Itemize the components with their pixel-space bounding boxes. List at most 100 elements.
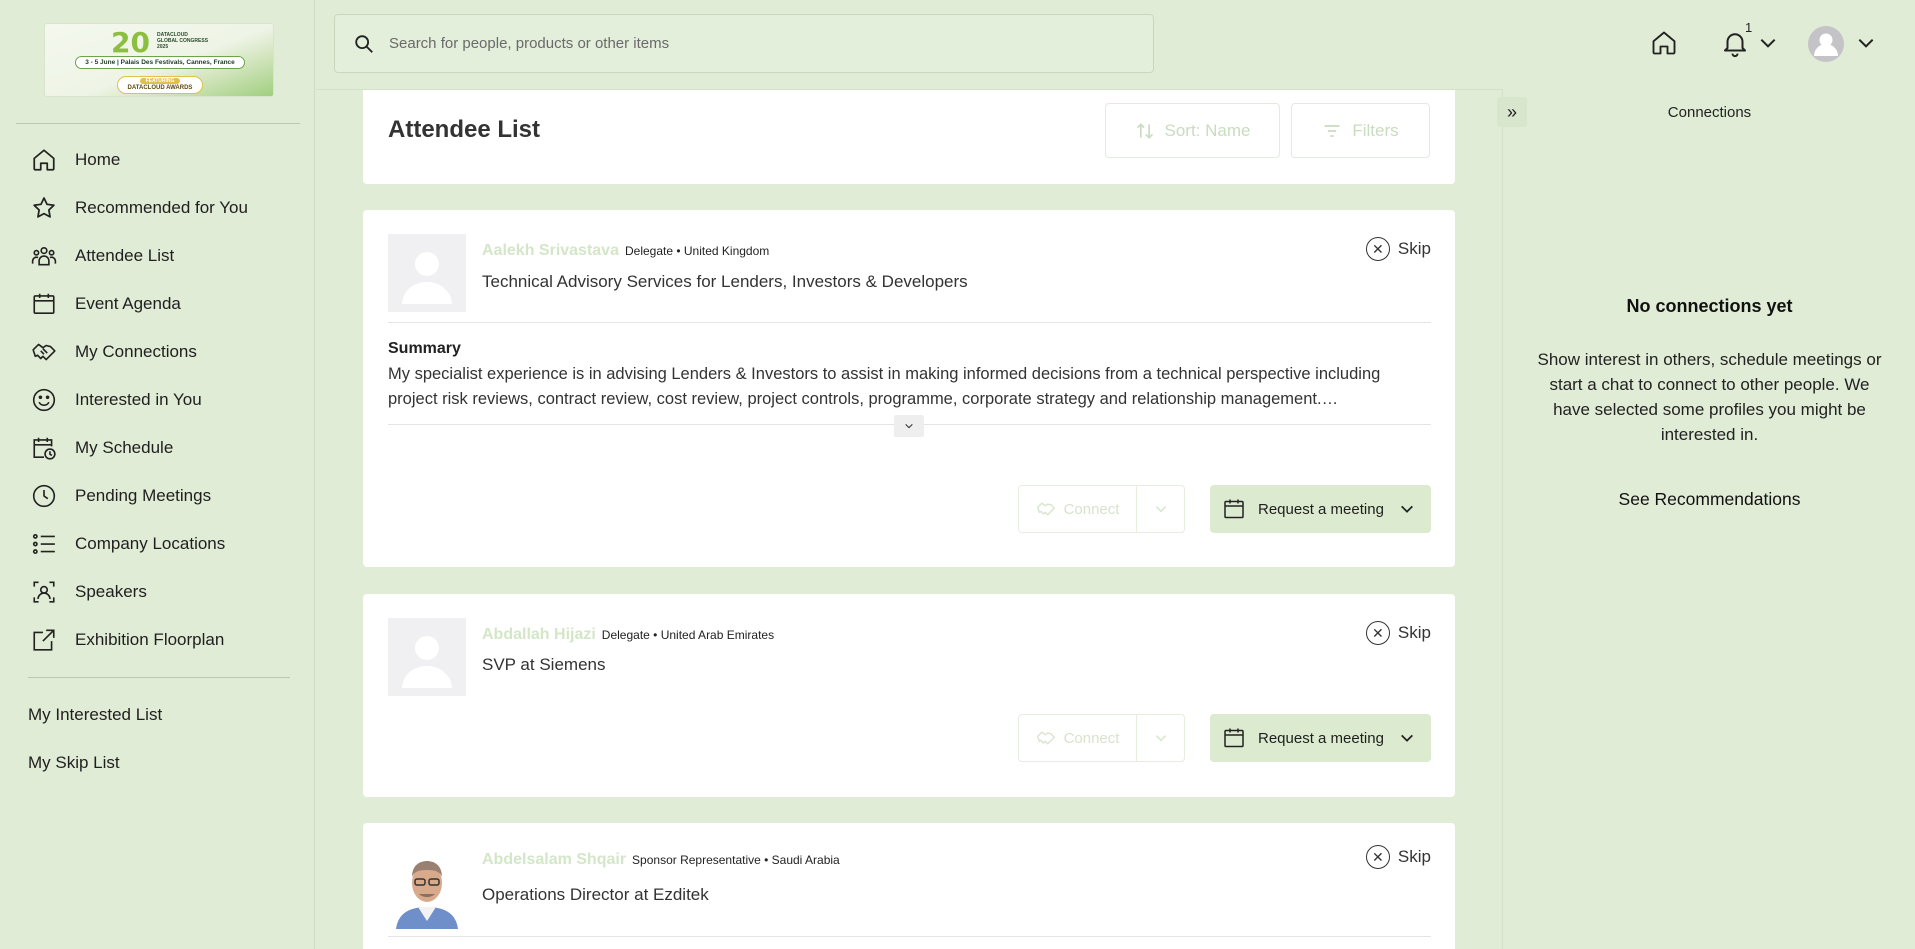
connect-dropdown[interactable] xyxy=(1137,715,1184,761)
attendee-avatar xyxy=(388,234,466,312)
handshake-icon xyxy=(1036,731,1055,745)
sidebar-divider xyxy=(28,677,290,678)
sidebar-item-label: Recommended for You xyxy=(75,198,248,217)
attendee-card: Aalekh Srivastava Delegate • United Kingd… xyxy=(363,210,1455,567)
request-meeting-label: Request a meeting xyxy=(1258,500,1384,518)
attendee-meta: Delegate • United Kingdom xyxy=(624,244,770,258)
filters-button[interactable]: Filters xyxy=(1291,103,1430,158)
sidebar-item-company-locations[interactable]: Company Locations xyxy=(0,520,315,568)
chevron-down-icon xyxy=(1401,505,1413,513)
search-input[interactable] xyxy=(389,35,1109,52)
group-icon xyxy=(31,246,57,266)
logo-number: 20 xyxy=(111,26,150,59)
home-icon xyxy=(33,149,55,171)
attendee-avatar xyxy=(388,618,466,696)
attendee-job: Operations Director at Ezditek xyxy=(482,885,709,904)
connect-button[interactable]: Connect xyxy=(1019,486,1137,532)
attendee-name-row[interactable]: Abdelsalam Shqair Sponsor Representative … xyxy=(482,851,840,869)
request-meeting-button[interactable]: Request a meeting xyxy=(1210,714,1431,762)
person-photo-icon xyxy=(388,851,466,929)
sidebar-item-label: Speakers xyxy=(75,582,147,601)
chevron-down-icon xyxy=(1760,38,1776,48)
chevron-down-icon xyxy=(1155,735,1166,742)
skip-label: Skip xyxy=(1397,623,1431,642)
attendee-meta: Sponsor Representative • Saudi Arabia xyxy=(632,853,840,867)
logo-brand: DATACLOUD GLOBAL CONGRESS 2025 xyxy=(157,32,217,50)
empty-state-title: No connections yet xyxy=(1626,296,1793,316)
attendee-photo xyxy=(388,851,466,929)
chevron-down-icon xyxy=(1858,38,1874,48)
logo-awards: FEATURING DATACLOUD AWARDS xyxy=(117,76,203,94)
sidebar-item-label: Pending Meetings xyxy=(75,486,212,505)
calendar-clock-icon xyxy=(33,437,56,460)
sidebar-item-event-agenda[interactable]: Event Agenda xyxy=(0,280,315,328)
search-icon xyxy=(355,34,373,53)
attendee-meta: Delegate • United Arab Emirates xyxy=(601,628,775,642)
skip-button[interactable]: ✕ Skip xyxy=(1365,845,1431,869)
sidebar-divider xyxy=(16,123,300,124)
sidebar-sub-nav: My Interested List My Skip List xyxy=(28,698,162,794)
event-logo[interactable]: 20 DATACLOUD GLOBAL CONGRESS 2025 3 - 5 … xyxy=(44,23,274,97)
close-icon: ✕ xyxy=(1365,621,1390,645)
user-menu-dropdown[interactable] xyxy=(1855,33,1877,58)
attendee-job: Technical Advisory Services for Lenders,… xyxy=(482,272,968,291)
sidebar-item-home[interactable]: Home xyxy=(0,136,315,184)
sidebar-item-speakers[interactable]: Speakers xyxy=(0,568,315,616)
sidebar-item-attendee-list[interactable]: Attendee List xyxy=(0,232,315,280)
skip-button[interactable]: ✕ Skip xyxy=(1365,237,1431,261)
handshake-icon xyxy=(32,343,56,361)
sidebar-item-pending-meetings[interactable]: Pending Meetings xyxy=(0,472,315,520)
avatar-placeholder-icon xyxy=(388,234,466,312)
sidebar-nav: Home Recommended for You Attendee List E… xyxy=(0,136,315,664)
sidebar-item-label: Home xyxy=(75,150,121,169)
external-link-icon xyxy=(33,629,55,651)
see-recommendations-link[interactable]: See Recommendations xyxy=(1503,489,1915,510)
home-icon xyxy=(1652,31,1676,55)
close-icon: ✕ xyxy=(1365,237,1390,261)
calendar-icon xyxy=(1224,728,1244,748)
empty-state-text: Show interest in others, schedule meetin… xyxy=(1537,350,1882,444)
logo-awards-tag: FEATURING xyxy=(140,78,180,84)
star-icon xyxy=(33,197,55,218)
logo-dates-venue: 3 - 5 June | Palais Des Festivals, Canne… xyxy=(75,56,245,69)
sort-button[interactable]: Sort: Name xyxy=(1105,103,1280,158)
sidebar-item-my-interested-list[interactable]: My Interested List xyxy=(28,698,162,746)
expand-summary-button[interactable] xyxy=(894,415,924,437)
sidebar-item-recommended[interactable]: Recommended for You xyxy=(0,184,315,232)
connect-dropdown[interactable] xyxy=(1137,486,1184,532)
user-avatar-button[interactable] xyxy=(1808,26,1844,67)
attendee-name: Abdallah Hijazi xyxy=(482,626,596,643)
handshake-icon xyxy=(1036,502,1055,516)
sidebar-item-exhibition-floorplan[interactable]: Exhibition Floorplan xyxy=(0,616,315,664)
request-meeting-button[interactable]: Request a meeting xyxy=(1210,485,1431,533)
speaker-icon xyxy=(33,581,55,603)
sidebar-item-label: Interested in You xyxy=(75,390,202,409)
logo-brand-line: 2025 xyxy=(157,44,169,50)
sidebar-item-label: Exhibition Floorplan xyxy=(75,630,225,649)
chevron-down-icon xyxy=(905,423,913,429)
logo-awards-name: DATACLOUD AWARDS xyxy=(127,85,193,91)
sidebar-item-my-schedule[interactable]: My Schedule xyxy=(0,424,315,472)
chevron-down-icon xyxy=(1155,506,1166,513)
divider xyxy=(388,936,1431,937)
home-button[interactable] xyxy=(1650,28,1678,63)
sidebar-item-my-connections[interactable]: My Connections xyxy=(0,328,315,376)
filters-label: Filters xyxy=(1352,120,1399,140)
sidebar-item-interested-in-you[interactable]: Interested in You xyxy=(0,376,315,424)
sidebar-item-my-skip-list[interactable]: My Skip List xyxy=(28,746,162,794)
notifications-button[interactable]: 1 xyxy=(1720,20,1752,63)
attendee-name-row[interactable]: Abdallah Hijazi Delegate • United Arab Em… xyxy=(482,626,774,644)
request-meeting-label: Request a meeting xyxy=(1258,729,1384,747)
connect-label: Connect xyxy=(1063,729,1120,747)
skip-button[interactable]: ✕ Skip xyxy=(1365,621,1431,645)
attendee-name-row[interactable]: Aalekh Srivastava Delegate • United Kingd… xyxy=(482,242,769,260)
smiley-icon xyxy=(32,388,56,412)
sidebar-item-label: Event Agenda xyxy=(75,294,181,313)
list-icon xyxy=(32,533,55,555)
sort-label: Sort: Name xyxy=(1164,120,1251,140)
attendee-card: Abdallah Hijazi Delegate • United Arab Em… xyxy=(363,594,1455,797)
notifications-dropdown[interactable] xyxy=(1757,33,1779,58)
search-bar xyxy=(334,14,1154,73)
filter-icon xyxy=(1324,124,1340,137)
connect-button[interactable]: Connect xyxy=(1019,715,1137,761)
